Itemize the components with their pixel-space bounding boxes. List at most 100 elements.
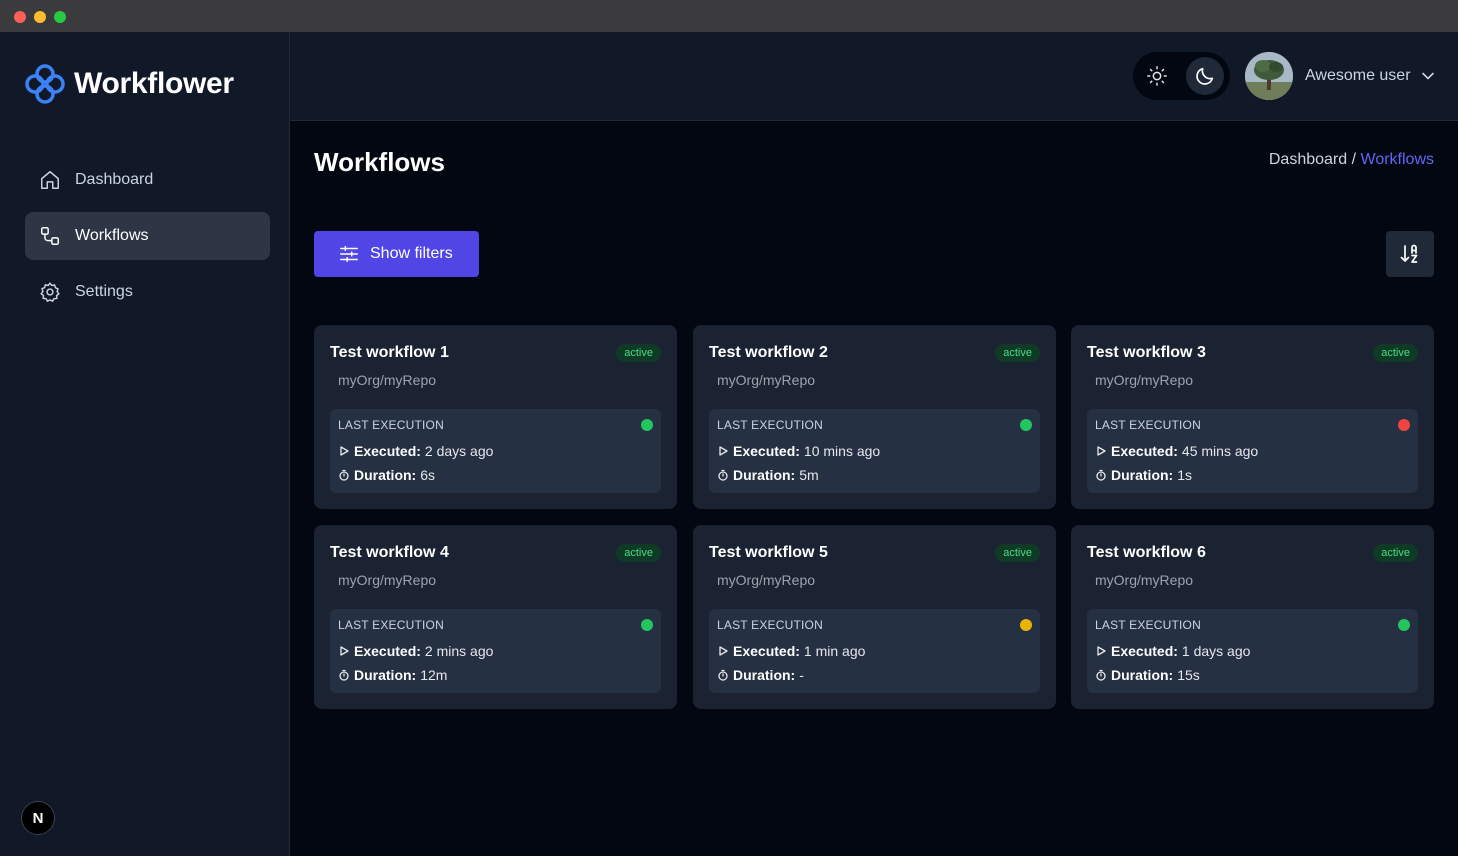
executed-label: Executed: xyxy=(354,643,421,659)
workflow-repo: myOrg/myRepo xyxy=(338,572,437,588)
executed-label: Executed: xyxy=(1111,443,1178,459)
workflow-card[interactable]: Test workflow 5 active myOrg/myRepo LAST… xyxy=(693,525,1056,709)
show-filters-button[interactable]: Show filters xyxy=(314,231,479,277)
play-icon xyxy=(719,646,728,656)
duration-label: Duration: xyxy=(733,667,796,683)
home-icon xyxy=(39,169,61,191)
window-titlebar xyxy=(0,0,1458,32)
last-execution-panel: LAST EXECUTION Executed: 45 mins ago Dur… xyxy=(1087,409,1418,493)
sidebar-item-label: Settings xyxy=(75,283,133,300)
sidebar-item-label: Dashboard xyxy=(75,171,154,188)
workflow-title: Test workflow 3 xyxy=(1087,344,1206,361)
user-name: Awesome user xyxy=(1305,67,1411,84)
duration-label: Duration: xyxy=(733,467,796,483)
executed-row: Executed: 2 mins ago xyxy=(338,643,493,659)
workflow-card[interactable]: Test workflow 6 active myOrg/myRepo LAST… xyxy=(1071,525,1434,709)
workflow-repo: myOrg/myRepo xyxy=(717,372,816,388)
close-window-button[interactable] xyxy=(14,11,26,23)
sort-alpha-icon xyxy=(1400,244,1418,263)
play-icon xyxy=(1097,646,1106,656)
page-title: Workflows xyxy=(314,147,445,177)
timer-icon xyxy=(1096,469,1106,481)
sidebar-item-settings[interactable]: Settings xyxy=(25,268,270,316)
gear-icon xyxy=(39,281,61,303)
main-content: Workflows Dashboard / Workflows Show fil… xyxy=(290,121,1458,856)
maximize-window-button[interactable] xyxy=(54,11,66,23)
executed-row: Executed: 10 mins ago xyxy=(717,443,880,459)
sidebar-item-label: Workflows xyxy=(75,227,149,244)
executed-value: 1 min ago xyxy=(803,643,866,659)
play-icon xyxy=(340,646,349,656)
dark-theme-button[interactable] xyxy=(1186,57,1224,95)
last-execution-panel: LAST EXECUTION Executed: 10 mins ago Dur… xyxy=(709,409,1040,493)
sidebar: Workflower Dashboard Workflows Settings xyxy=(0,32,290,856)
user-menu[interactable]: Awesome user xyxy=(1245,52,1435,100)
last-execution-panel: LAST EXECUTION Executed: 1 min ago Durat… xyxy=(709,609,1040,693)
workflow-repo: myOrg/myRepo xyxy=(1095,372,1194,388)
duration-value: 15s xyxy=(1177,667,1200,683)
duration-label: Duration: xyxy=(1111,467,1174,483)
executed-row: Executed: 1 days ago xyxy=(1095,643,1250,659)
execution-status-dot xyxy=(1020,419,1032,431)
duration-row: Duration: 15s xyxy=(1095,667,1200,683)
workflow-title: Test workflow 2 xyxy=(709,344,828,361)
play-icon xyxy=(719,446,728,456)
execution-status-dot xyxy=(641,619,653,631)
sort-button[interactable] xyxy=(1386,231,1434,277)
last-execution-label: LAST EXECUTION xyxy=(1095,418,1201,432)
timer-icon xyxy=(339,469,349,481)
duration-row: Duration: 12m xyxy=(338,667,447,683)
last-execution-label: LAST EXECUTION xyxy=(338,618,444,632)
executed-value: 45 mins ago xyxy=(1181,443,1259,459)
timer-icon xyxy=(718,669,728,681)
executed-label: Executed: xyxy=(733,443,800,459)
last-execution-panel: LAST EXECUTION Executed: 2 days ago Dura… xyxy=(330,409,661,493)
workflow-card[interactable]: Test workflow 3 active myOrg/myRepo LAST… xyxy=(1071,325,1434,509)
duration-row: Duration: - xyxy=(717,667,804,683)
workflow-card[interactable]: Test workflow 1 active myOrg/myRepo LAST… xyxy=(314,325,677,509)
workflower-logo-icon xyxy=(25,64,65,104)
breadcrumb-dashboard[interactable]: Dashboard / xyxy=(1269,151,1356,168)
sidebar-item-workflows[interactable]: Workflows xyxy=(25,212,270,260)
play-icon xyxy=(340,446,349,456)
status-badge: active xyxy=(1373,544,1418,562)
execution-status-dot xyxy=(1398,619,1410,631)
duration-value: 1s xyxy=(1177,467,1193,483)
last-execution-panel: LAST EXECUTION Executed: 2 mins ago Dura… xyxy=(330,609,661,693)
executed-value: 10 mins ago xyxy=(803,443,881,459)
brand[interactable]: Workflower xyxy=(24,62,234,106)
brand-name: Workflower xyxy=(74,67,234,100)
workflow-repo: myOrg/myRepo xyxy=(1095,572,1194,588)
duration-value: 5m xyxy=(799,467,819,483)
execution-status-dot xyxy=(1020,619,1032,631)
sidebar-item-dashboard[interactable]: Dashboard xyxy=(25,156,270,204)
light-theme-button[interactable] xyxy=(1138,57,1176,95)
moon-icon xyxy=(1196,67,1214,85)
last-execution-label: LAST EXECUTION xyxy=(717,618,823,632)
app-window: Workflower Dashboard Workflows Settings xyxy=(0,0,1458,856)
workflow-title: Test workflow 6 xyxy=(1087,544,1206,561)
status-badge: active xyxy=(995,544,1040,562)
minimize-window-button[interactable] xyxy=(34,11,46,23)
last-execution-panel: LAST EXECUTION Executed: 1 days ago Dura… xyxy=(1087,609,1418,693)
workflow-repo: myOrg/myRepo xyxy=(717,572,816,588)
executed-row: Executed: 2 days ago xyxy=(338,443,493,459)
workflow-icon xyxy=(39,225,61,247)
status-badge: active xyxy=(1373,344,1418,362)
workflow-card[interactable]: Test workflow 4 active myOrg/myRepo LAST… xyxy=(314,525,677,709)
last-execution-label: LAST EXECUTION xyxy=(1095,618,1201,632)
duration-label: Duration: xyxy=(1111,667,1174,683)
executed-label: Executed: xyxy=(354,443,421,459)
last-execution-label: LAST EXECUTION xyxy=(338,418,444,432)
executed-value: 2 mins ago xyxy=(424,643,494,659)
nextjs-badge[interactable]: N xyxy=(21,801,55,835)
executed-row: Executed: 1 min ago xyxy=(717,643,865,659)
sun-icon xyxy=(1147,66,1167,86)
status-badge: active xyxy=(616,344,661,362)
workflow-card[interactable]: Test workflow 2 active myOrg/myRepo LAST… xyxy=(693,325,1056,509)
workflow-title: Test workflow 1 xyxy=(330,344,449,361)
status-badge: active xyxy=(995,344,1040,362)
duration-label: Duration: xyxy=(354,467,417,483)
avatar xyxy=(1245,52,1293,100)
duration-value: 6s xyxy=(420,467,436,483)
